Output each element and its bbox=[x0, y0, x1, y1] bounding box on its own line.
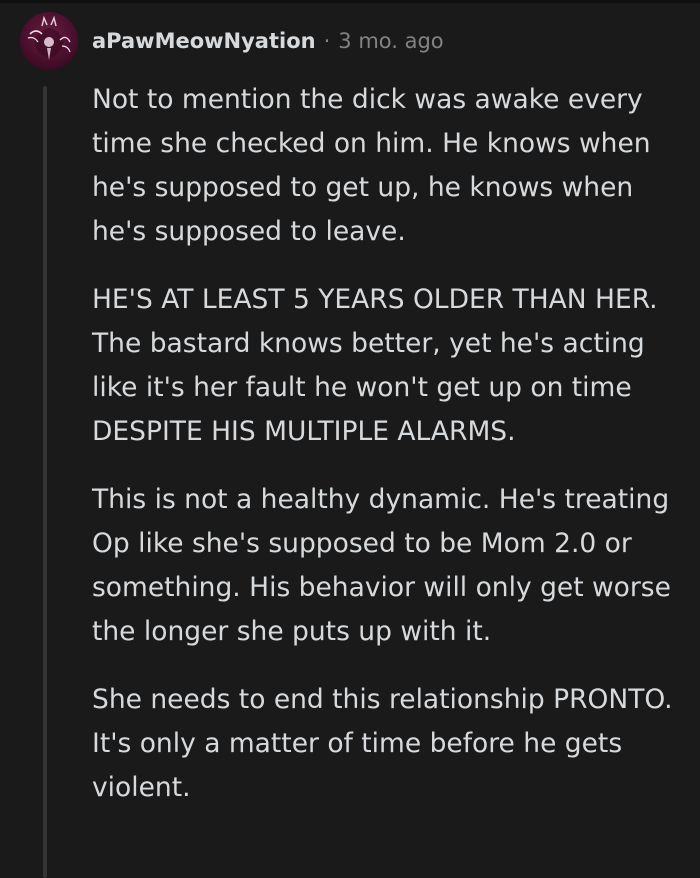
meta-separator: · bbox=[323, 29, 331, 53]
comment-paragraph: She needs to end this relationship PRONT… bbox=[92, 684, 673, 803]
comment-paragraph: Not to mention the dick was awake every … bbox=[92, 84, 651, 247]
comment-body: Not to mention the dick was awake every … bbox=[92, 78, 682, 834]
comment-header: aPawMeowNyation · 3 mo. ago bbox=[20, 12, 444, 70]
timestamp[interactable]: 3 mo. ago bbox=[338, 26, 443, 56]
comment-paragraph: HE'S AT LEAST 5 YEARS OLDER THAN HER. Th… bbox=[92, 284, 658, 447]
thread-line[interactable] bbox=[43, 86, 47, 878]
comment-meta: aPawMeowNyation · 3 mo. ago bbox=[92, 26, 444, 56]
username-link[interactable]: aPawMeowNyation bbox=[92, 26, 316, 56]
comment: aPawMeowNyation · 3 mo. ago Not to menti… bbox=[0, 0, 700, 878]
user-avatar-icon[interactable] bbox=[20, 12, 78, 70]
comment-paragraph: This is not a healthy dynamic. He's trea… bbox=[92, 484, 671, 647]
